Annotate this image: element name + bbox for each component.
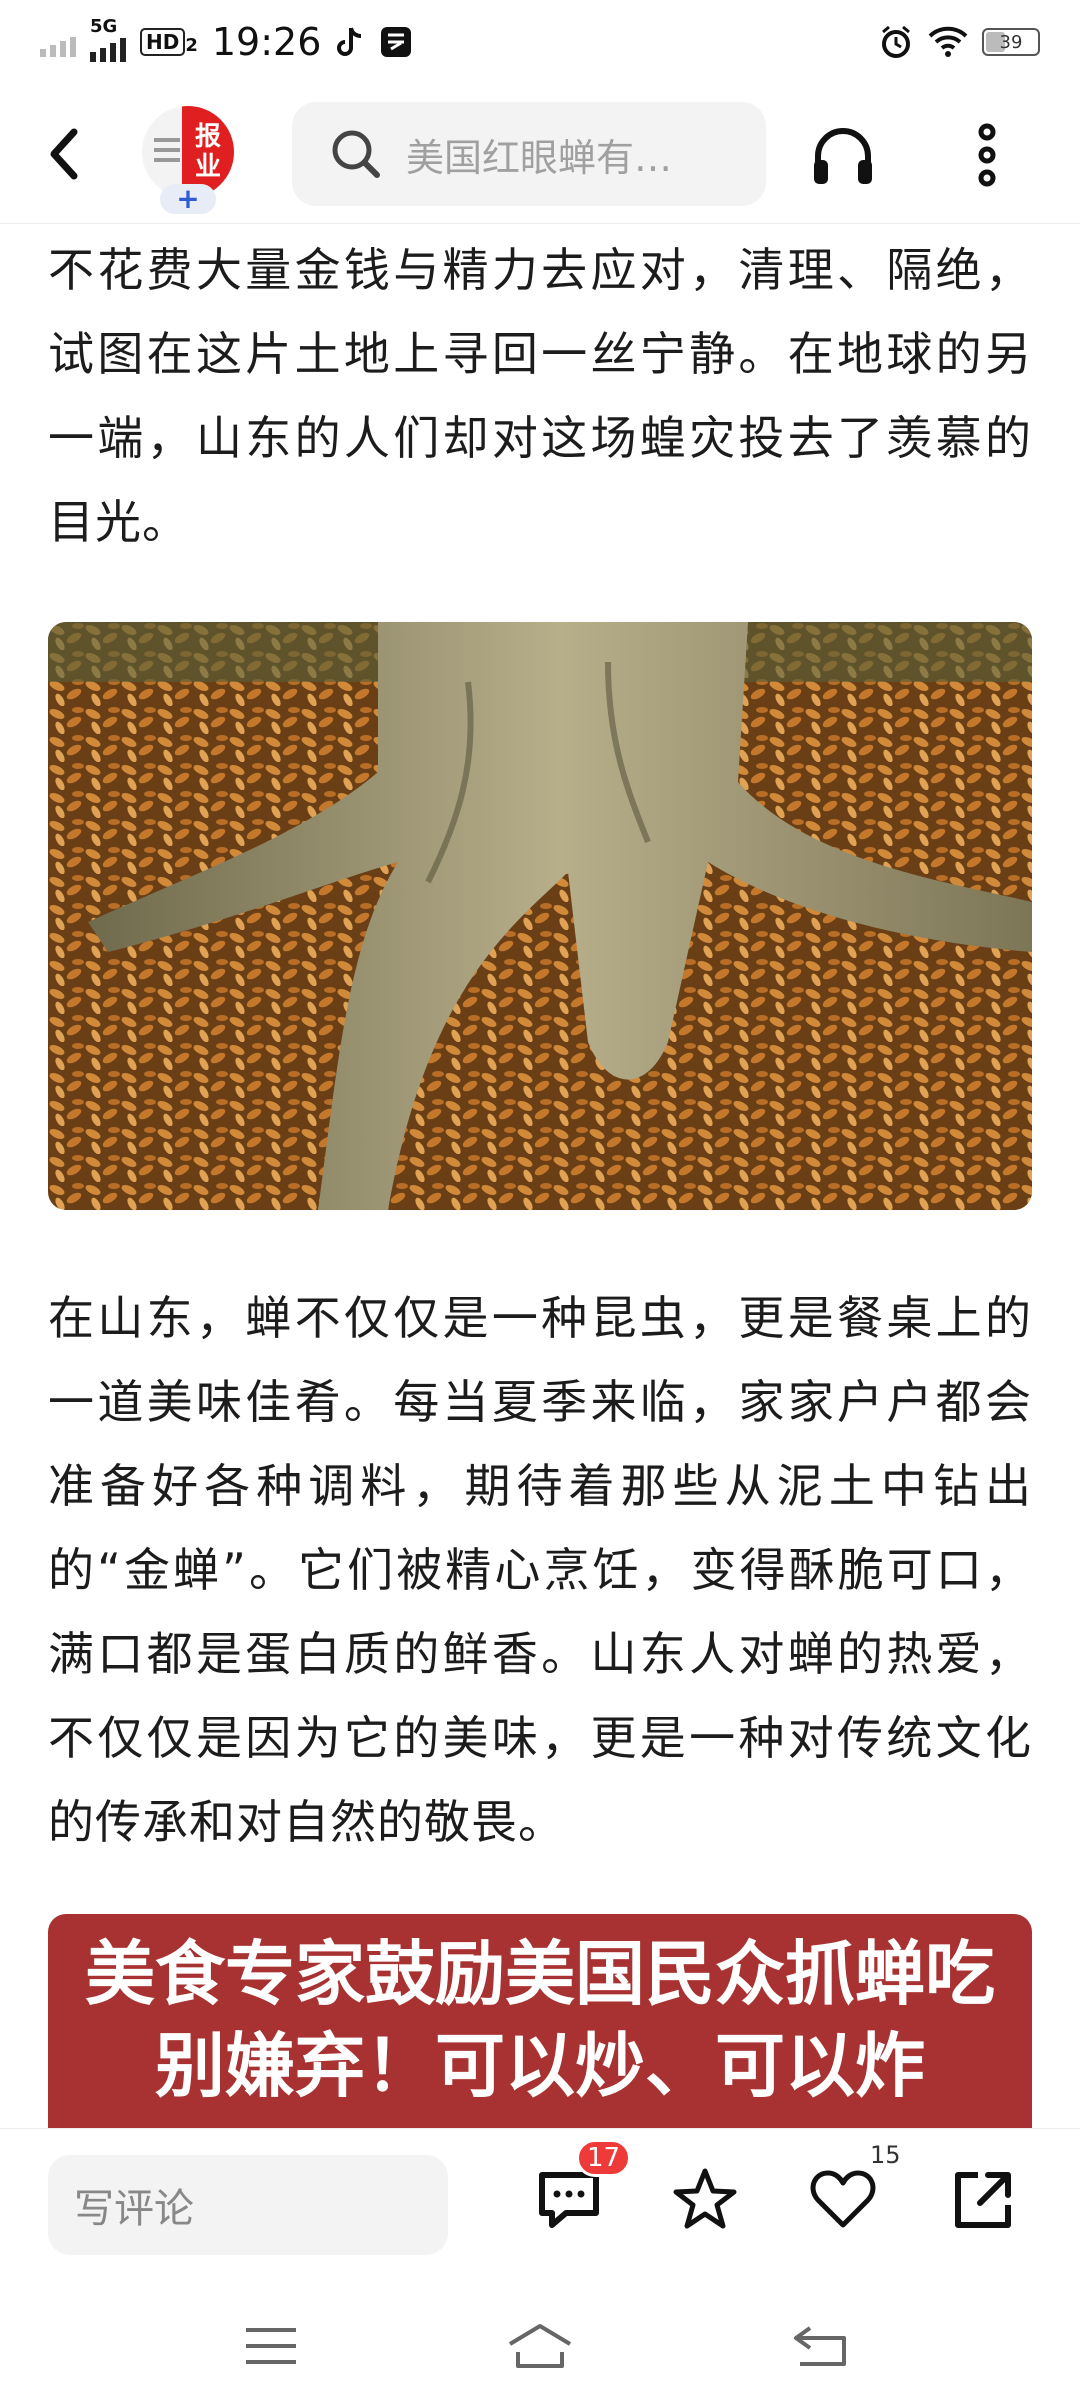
wifi-icon (928, 26, 968, 57)
cicada-tree-photo[interactable] (48, 622, 1032, 1210)
news-banner-image[interactable]: 美食专家鼓励美国民众抓蝉吃 别嫌弃！可以炒、可以炸 (48, 1914, 1032, 2128)
article-body: 不花费大量金钱与精力去应对，清理、隔绝，试图在这片土地上寻回一丝宁静。在地球的另… (48, 224, 1032, 2128)
signal-2-icon: 5G (90, 16, 126, 62)
status-right: 39 (878, 24, 1040, 60)
hd-indicator: HD 2 (140, 28, 198, 56)
logo-text-1: 报 (194, 122, 221, 152)
battery-icon: 39 (982, 28, 1040, 56)
article-paragraph: 不花费大量金钱与精力去应对，清理、隔绝，试图在这片土地上寻回一丝宁静。在地球的另… (48, 243, 1032, 549)
menu-icon[interactable] (236, 2318, 306, 2374)
logo-lines (154, 138, 180, 168)
hd-sub: 2 (185, 35, 198, 56)
clock: 19:26 (211, 20, 322, 64)
cicada-tree-image (48, 622, 1032, 1210)
banner-line-1: 美食专家鼓励美国民众抓蝉吃 (85, 1933, 995, 2015)
more-options-icon[interactable] (952, 120, 1022, 190)
article-paragraph: 在山东，蝉不仅仅是一种昆虫，更是餐桌上的一道美味佳肴。每当夏季来临，家家户户都会… (48, 1291, 1032, 1849)
app-notification-icon (381, 27, 412, 57)
banner-line-2: 别嫌弃！可以炒、可以炸 (155, 2025, 925, 2107)
battery-level: 39 (999, 31, 1023, 53)
back-icon[interactable] (40, 124, 90, 184)
search-icon (332, 130, 380, 178)
follow-button[interactable]: + (160, 184, 216, 214)
alarm-icon (882, 25, 910, 58)
status-bar: 5G HD 2 19:26 39 (0, 0, 1080, 84)
hd-label: HD (140, 28, 186, 56)
back-nav-icon[interactable] (786, 2318, 856, 2374)
signal-1-icon (40, 27, 76, 57)
home-icon[interactable] (504, 2318, 576, 2374)
tiktok-icon (337, 27, 362, 56)
favorite-star-icon[interactable] (670, 2165, 740, 2235)
system-navigation-bar (0, 2278, 1080, 2408)
headphones-icon[interactable] (808, 120, 878, 190)
like-heart-icon[interactable] (808, 2165, 878, 2235)
search-placeholder: 美国红眼蝉有… (406, 135, 673, 180)
like-count: 15 (870, 2141, 901, 2169)
status-left: 5G HD 2 19:26 (40, 16, 413, 64)
logo-text-2: 业 (194, 152, 221, 182)
comment-count-badge: 17 (576, 2139, 632, 2177)
bottom-action-bar: 写评论 17 15 (0, 2128, 1080, 2278)
share-icon[interactable] (948, 2165, 1018, 2235)
search-box[interactable]: 美国红眼蝉有… (292, 102, 766, 206)
top-nav: 报 业 + 美国红眼蝉有… (0, 84, 1080, 224)
comment-input[interactable]: 写评论 (48, 2155, 448, 2255)
network-label: 5G (90, 16, 118, 37)
